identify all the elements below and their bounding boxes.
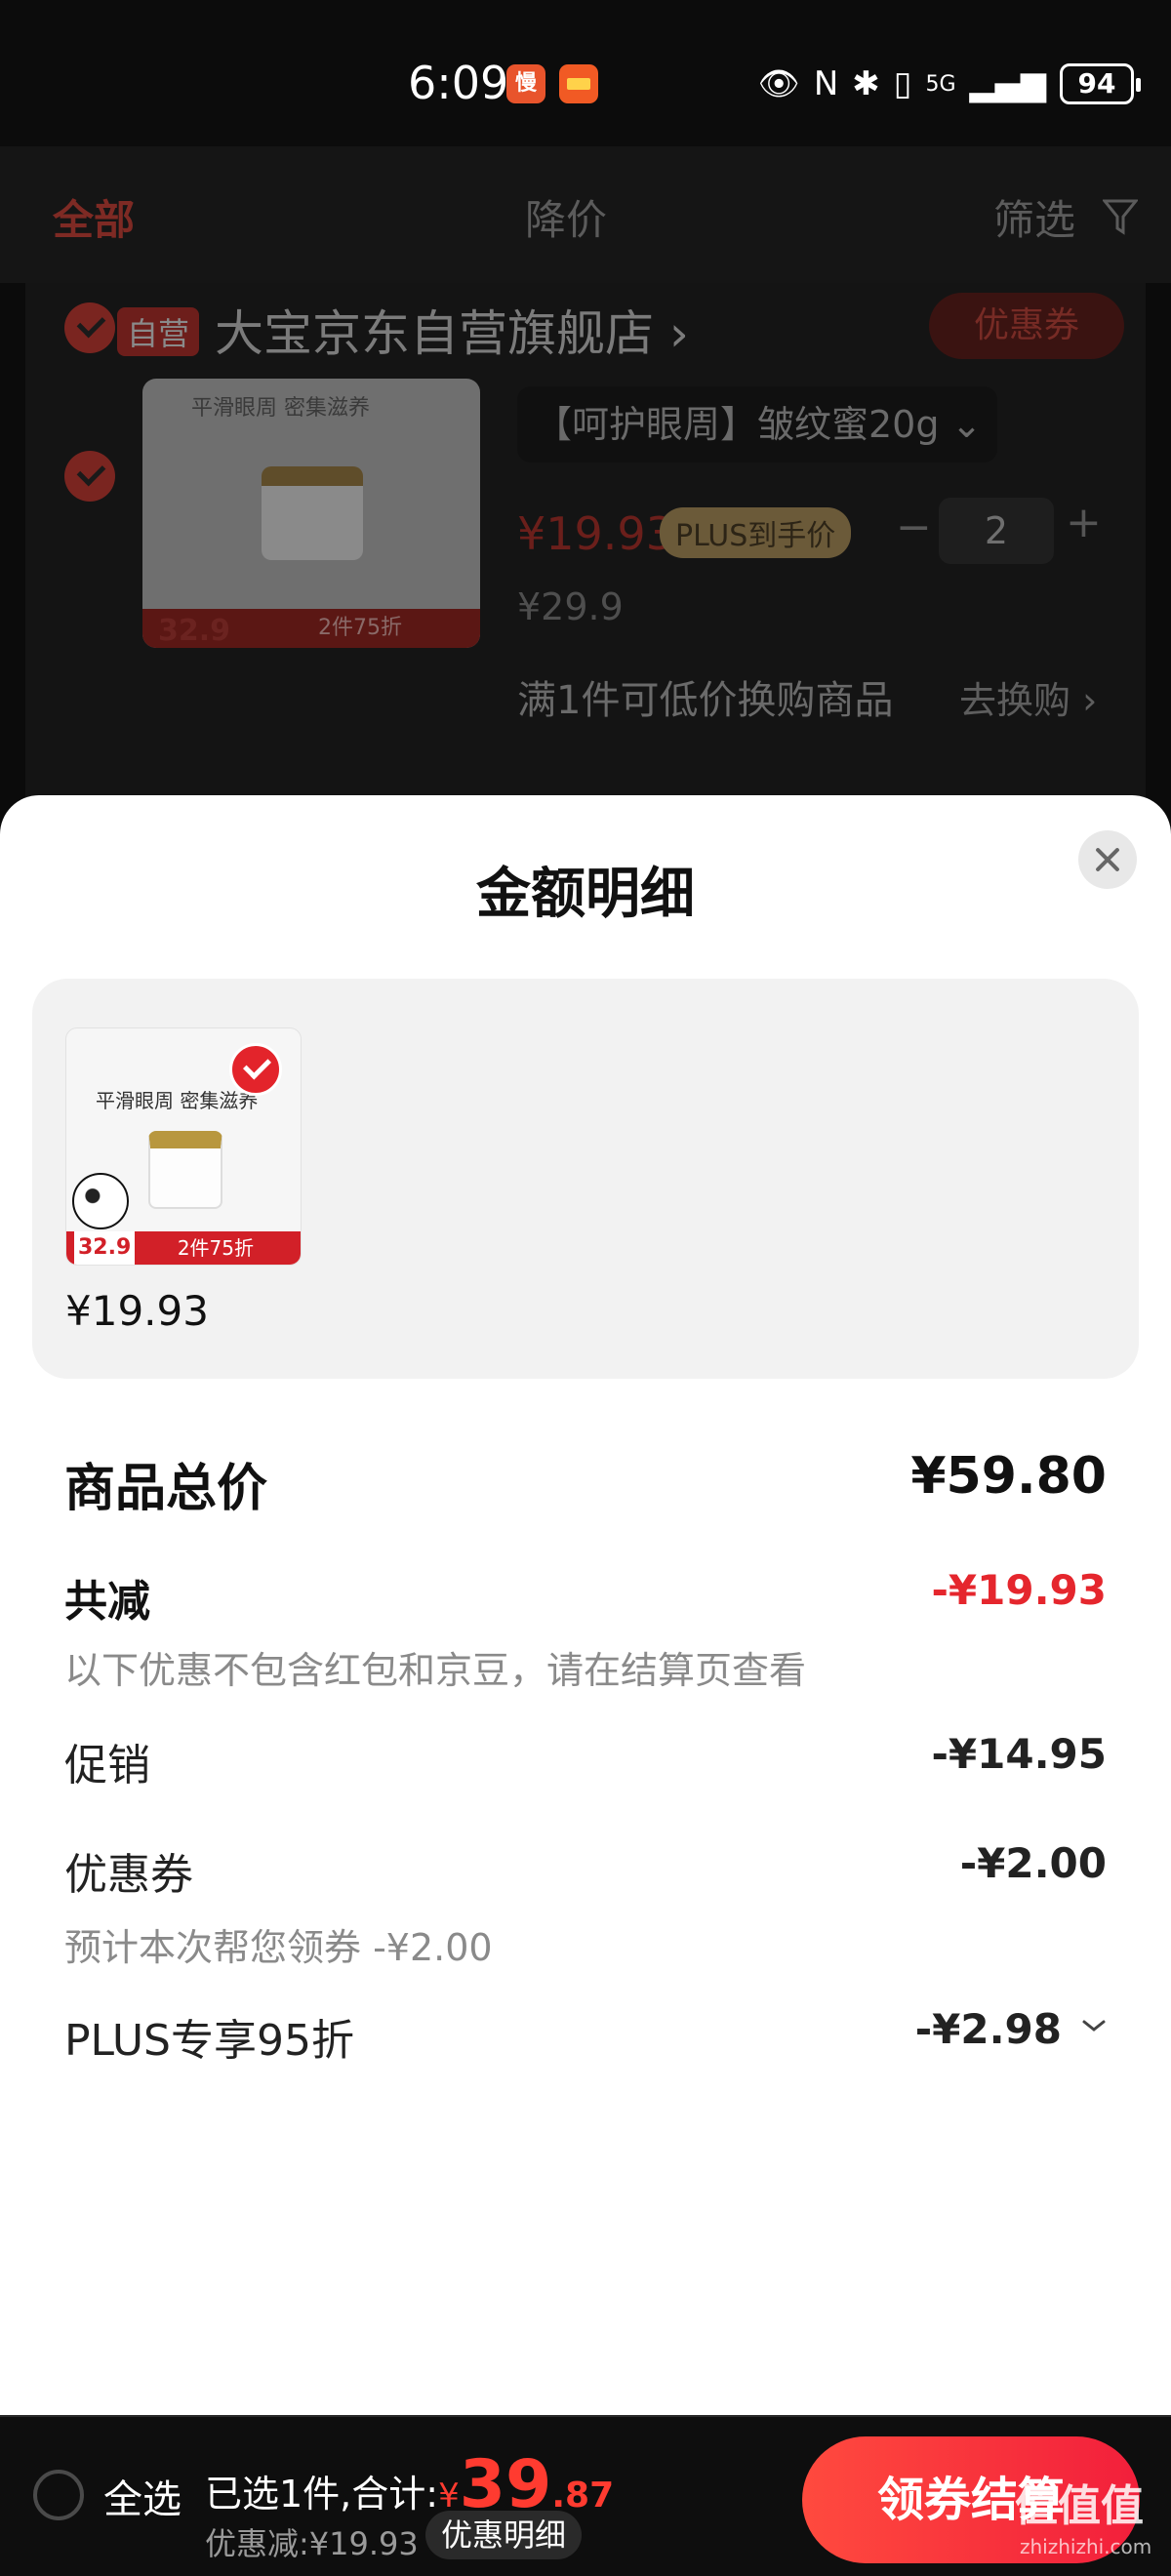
total-price-label: 商品总价 (64, 1460, 268, 1518)
coupon-value: -¥2.00 (959, 1839, 1107, 1887)
discount-detail-button[interactable]: 优惠明细 (425, 2511, 583, 2559)
product-image-slogan: 平滑眼周 密集滋养 (191, 396, 370, 421)
shop-checkbox[interactable] (64, 302, 115, 353)
select-all-label[interactable]: 全选 (103, 2468, 182, 2524)
goods-thumbnail-slogan: 平滑眼周 密集滋养 (96, 1089, 259, 1112)
sheet-title: 金额明细 (476, 863, 695, 926)
vibrate-icon: ▯ (893, 64, 912, 103)
app-notification-icon-2 (559, 64, 598, 103)
promotion-label: 促销 (64, 1741, 150, 1791)
shop-name[interactable]: 大宝京东自营旗舰店 › (215, 295, 689, 365)
coupon-note: 预计本次帮您领券 -¥2.00 (64, 1926, 493, 1969)
tab-price-drop[interactable]: 降价 (525, 187, 607, 247)
panda-mascot-icon (72, 1173, 129, 1229)
total-price-value: ¥59.80 (910, 1447, 1107, 1506)
reduction-value: -¥19.93 (931, 1566, 1107, 1614)
goods-check-icon[interactable] (229, 1043, 282, 1096)
shop-name-text: 大宝京东自营旗舰店 (215, 305, 654, 362)
status-time: 6:09 (408, 57, 509, 109)
goods-price: ¥19.93 (65, 1287, 209, 1335)
select-all-checkbox[interactable] (33, 2470, 84, 2520)
cream-jar-graphic (262, 466, 363, 560)
chevron-down-icon[interactable] (1081, 2013, 1107, 2038)
self-operated-tag: 自营 (117, 307, 200, 356)
tab-bar: 全部 降价 筛选 (0, 146, 1171, 283)
watermark-url: zhizhizhi.com (1020, 2535, 1152, 2558)
summary-currency: ¥ (438, 2476, 460, 2516)
quantity-field[interactable]: 2 (939, 498, 1054, 564)
reduction-note: 以下优惠不包含红包和京豆，请在结算页查看 (64, 1649, 807, 1692)
quantity-increase-button[interactable]: + (1066, 498, 1102, 547)
app-notification-icon: 慢 (506, 64, 545, 103)
quantity-decrease-button[interactable]: − (896, 503, 932, 552)
plus-discount-value: -¥2.98 (914, 2005, 1062, 2053)
original-price: ¥29.9 (517, 585, 624, 628)
coupon-label: 优惠券 (64, 1850, 193, 1900)
battery-icon: 94 (1060, 63, 1141, 104)
amount-detail-sheet: 金额明细 平滑眼周 密集滋养 2件75折 32.9 ¥19.93 商品总价 ¥5… (0, 795, 1171, 2415)
signal-icon: ▂▄▆ (969, 64, 1046, 103)
discount-summary: 优惠减:¥19.93 (205, 2525, 419, 2562)
product-price: ¥19.93 (517, 507, 674, 560)
eye-icon: 👁 (757, 64, 800, 103)
close-button[interactable] (1078, 830, 1137, 889)
bluetooth-icon: ✱ (852, 64, 880, 103)
promotion-value: -¥14.95 (931, 1730, 1107, 1778)
tab-filter[interactable]: 筛选 (993, 187, 1075, 247)
filter-icon[interactable] (1103, 197, 1138, 236)
plus-price-tag: PLUS到手价 (660, 507, 852, 558)
swap-link[interactable]: 去换购 › (959, 670, 1097, 724)
plus-discount-label: PLUS专享95折 (64, 2016, 354, 2066)
summary-prefix: 已选1件,合计: (205, 2473, 439, 2516)
product-image[interactable]: 平滑眼周 密集滋养 2件75折 32.9 (142, 379, 480, 648)
watermark-logo: 值值值 (1015, 2481, 1144, 2531)
status-bar: 6:09 慢 👁 N ✱ ▯ 5G ▂▄▆ 94 (0, 0, 1171, 146)
product-spec-selector[interactable]: 【呵护眼周】皱纹蜜20g ⌄ (517, 386, 997, 463)
product-image-price: 32.9 (158, 614, 231, 648)
swap-offer-text: 满1件可低价换购商品 (517, 678, 894, 723)
network-label: 5G (925, 71, 956, 97)
checkout-bar: 全选 已选1件,合计:¥39.87 优惠减:¥19.93 优惠明细 领券结算 (0, 2415, 1171, 2576)
shop-coupon-button[interactable]: 优惠券 (929, 293, 1124, 359)
cream-jar-graphic (148, 1131, 222, 1209)
status-icons: 👁 N ✱ ▯ 5G ▂▄▆ 94 (757, 59, 1141, 109)
tab-all[interactable]: 全部 (53, 187, 135, 247)
selected-goods-box: 平滑眼周 密集滋养 2件75折 32.9 ¥19.93 (32, 979, 1139, 1379)
product-checkbox[interactable] (64, 451, 115, 502)
product-spec-text: 【呵护眼周】皱纹蜜20g (535, 403, 940, 446)
summary-amount-dec: .87 (551, 2475, 615, 2516)
cart-background: 全部 降价 筛选 自营 大宝京东自营旗舰店 › 优惠券 平滑眼周 密集滋养 2件… (0, 146, 1171, 917)
reduction-label: 共减 (64, 1577, 150, 1627)
nfc-icon: N (813, 64, 839, 103)
goods-thumbnail-price: 32.9 (74, 1231, 136, 1265)
